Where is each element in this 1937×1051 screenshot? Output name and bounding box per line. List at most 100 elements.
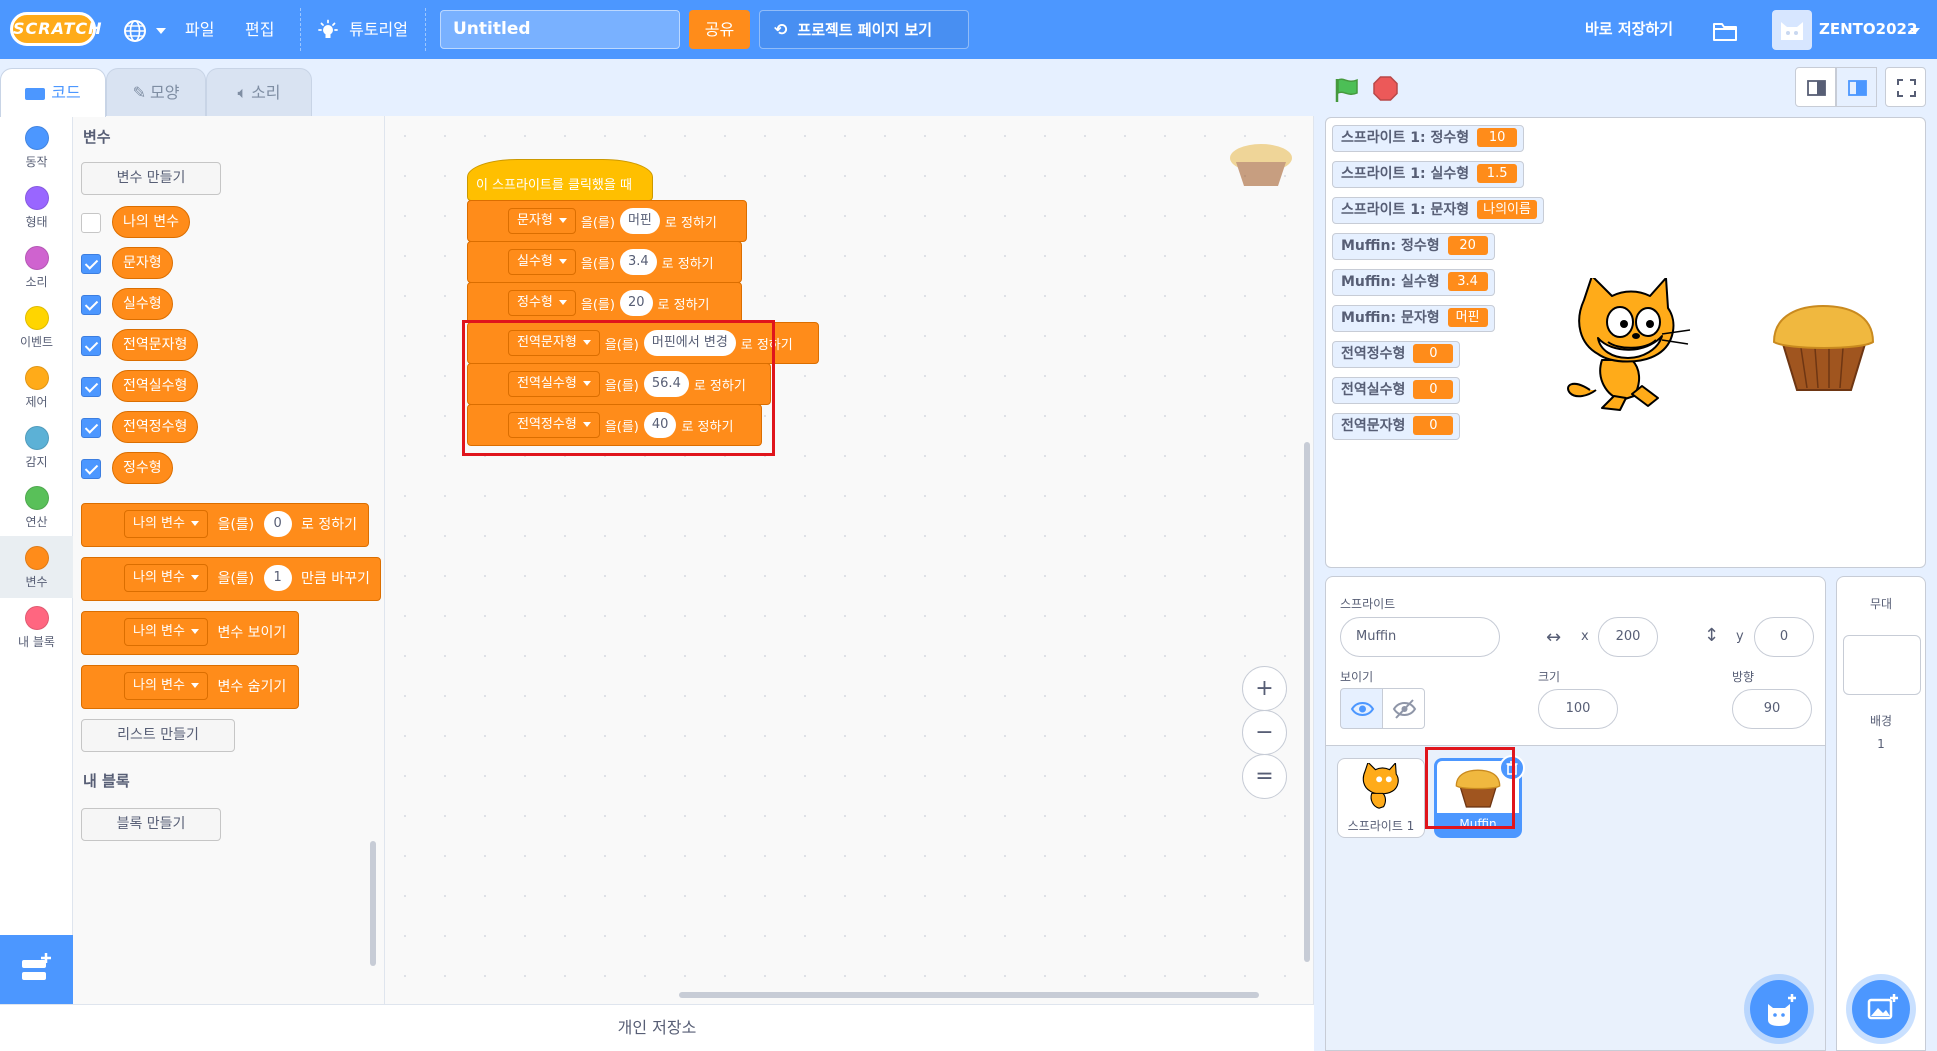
- variable-dropdown[interactable]: 정수형: [508, 290, 576, 316]
- variable-dropdown[interactable]: 나의 변수: [124, 510, 208, 538]
- category-label: 내 블록: [18, 635, 55, 649]
- variable-dropdown[interactable]: 나의 변수: [124, 564, 208, 592]
- variable-checkbox[interactable]: [81, 295, 101, 315]
- stage-canvas[interactable]: 스프라이트 1: 정수형 10 스프라이트 1: 실수형 1.5 스프라이트 1: …: [1325, 117, 1926, 568]
- make-variable-button[interactable]: 변수 만들기: [81, 162, 221, 195]
- set-variable-block[interactable]: 문자형 을(를) 머핀 로 정하기: [467, 200, 747, 242]
- workspace-horizontal-scrollbar[interactable]: [679, 992, 1259, 998]
- my-stuff-button[interactable]: [1712, 0, 1738, 59]
- variable-dropdown[interactable]: 문자형: [508, 208, 576, 234]
- show-variable-block[interactable]: 나의 변수 변수 보이기: [81, 611, 299, 655]
- muffin-sprite[interactable]: [1771, 304, 1876, 394]
- value-input[interactable]: 0: [263, 511, 292, 537]
- variable-reporter[interactable]: 전역문자형: [112, 329, 199, 361]
- variable-monitor[interactable]: 전역정수형 0: [1332, 341, 1461, 368]
- hide-variable-block[interactable]: 나의 변수 변수 숨기기: [81, 665, 299, 709]
- cat-sprite[interactable]: [1562, 278, 1692, 413]
- value-input[interactable]: 20: [619, 290, 653, 316]
- size-input[interactable]: 100: [1538, 689, 1618, 729]
- variable-checkbox[interactable]: [81, 254, 101, 274]
- category-control[interactable]: 제어: [0, 360, 73, 418]
- variable-reporter[interactable]: 문자형: [112, 247, 173, 279]
- set-variable-block[interactable]: 실수형 을(를) 3.4 로 정하기: [467, 241, 742, 283]
- stop-icon[interactable]: [1373, 76, 1398, 101]
- value-input[interactable]: 머핀: [619, 208, 660, 234]
- value-input[interactable]: 1: [263, 565, 292, 591]
- file-menu[interactable]: 파일: [185, 0, 214, 59]
- workspace-vertical-scrollbar[interactable]: [1304, 442, 1310, 962]
- user-avatar[interactable]: [1772, 10, 1812, 50]
- variable-checkbox[interactable]: [81, 377, 101, 397]
- variable-checkbox[interactable]: [81, 336, 101, 356]
- hide-sprite-button[interactable]: [1382, 688, 1425, 729]
- category-events[interactable]: 이벤트: [0, 300, 73, 358]
- variable-reporter[interactable]: 실수형: [112, 288, 173, 320]
- variable-dropdown[interactable]: 나의 변수: [124, 618, 208, 646]
- language-menu[interactable]: [122, 0, 167, 59]
- change-variable-block[interactable]: 나의 변수 을(를) 1 만큼 바꾸기: [81, 557, 381, 601]
- zoom-reset-button[interactable]: =: [1242, 754, 1287, 799]
- value-input[interactable]: 3.4: [619, 249, 657, 275]
- small-stage-button[interactable]: [1795, 67, 1836, 107]
- variable-monitor[interactable]: Muffin: 정수형 20: [1332, 233, 1495, 260]
- palette-scrollbar[interactable]: [370, 841, 376, 966]
- tab-sounds[interactable]: 🔈︎ 소리: [206, 68, 312, 116]
- scratch-logo[interactable]: SCRATCH: [10, 12, 101, 46]
- account-caret[interactable]: [1910, 0, 1920, 59]
- choose-sprite-button[interactable]: [1750, 980, 1808, 1038]
- variable-monitor[interactable]: 전역문자형 0: [1332, 413, 1461, 440]
- variable-monitor[interactable]: Muffin: 문자형 머핀: [1332, 305, 1495, 332]
- add-extension-button[interactable]: [0, 935, 73, 1004]
- variable-reporter[interactable]: 전역실수형: [112, 370, 199, 402]
- edit-menu[interactable]: 편집: [245, 0, 274, 59]
- fullscreen-button[interactable]: [1885, 67, 1926, 107]
- choose-backdrop-button[interactable]: [1852, 980, 1910, 1038]
- variable-monitor[interactable]: 스프라이트 1: 문자형 나의이름: [1332, 197, 1544, 224]
- variable-monitor[interactable]: 스프라이트 1: 정수형 10: [1332, 125, 1525, 152]
- tutorials-menu[interactable]: 튜토리얼: [316, 0, 408, 59]
- sprite-tile-sprite1[interactable]: 스프라이트 1: [1337, 758, 1425, 838]
- project-title-input[interactable]: Untitled: [440, 10, 680, 49]
- save-now-link[interactable]: 바로 저장하기: [1585, 0, 1673, 59]
- zoom-in-button[interactable]: +: [1242, 666, 1287, 711]
- tab-code[interactable]: 코드: [0, 68, 106, 117]
- when-sprite-clicked-hat-block[interactable]: 이 스프라이트를 클릭했을 때: [467, 159, 653, 201]
- share-button[interactable]: 공유: [689, 10, 750, 49]
- sprite-name-input[interactable]: Muffin: [1340, 617, 1500, 657]
- code-workspace[interactable]: 이 스프라이트를 클릭했을 때 문자형 을(를) 머핀 로 정하기 실수형 을(…: [385, 116, 1314, 1004]
- username[interactable]: ZENTO2022: [1819, 0, 1917, 59]
- stage-thumbnail[interactable]: [1843, 635, 1921, 695]
- category-sensing[interactable]: 감지: [0, 420, 73, 478]
- y-position-input[interactable]: 0: [1754, 617, 1814, 657]
- category-motion[interactable]: 동작: [0, 120, 73, 178]
- x-position-input[interactable]: 200: [1598, 617, 1658, 657]
- variable-dropdown[interactable]: 실수형: [508, 249, 576, 275]
- make-list-button[interactable]: 리스트 만들기: [81, 719, 235, 752]
- direction-input[interactable]: 90: [1732, 689, 1812, 729]
- category-operators[interactable]: 연산: [0, 480, 73, 538]
- see-project-page-button[interactable]: ⟲ 프로젝트 페이지 보기: [759, 10, 969, 49]
- variable-checkbox[interactable]: [81, 418, 101, 438]
- tab-costumes[interactable]: ✎ 모양: [106, 68, 206, 116]
- backpack-bar[interactable]: 개인 저장소: [0, 1004, 1314, 1051]
- show-sprite-button[interactable]: [1340, 688, 1383, 729]
- variable-reporter[interactable]: 정수형: [112, 452, 173, 484]
- variable-monitor[interactable]: Muffin: 실수형 3.4: [1332, 269, 1495, 296]
- normal-stage-button[interactable]: [1836, 67, 1877, 107]
- variable-reporter[interactable]: 나의 변수: [112, 206, 190, 238]
- variable-reporter[interactable]: 전역정수형: [112, 411, 199, 443]
- zoom-out-button[interactable]: −: [1242, 710, 1287, 755]
- category-variables[interactable]: 변수: [0, 536, 73, 598]
- make-block-button[interactable]: 블록 만들기: [81, 808, 221, 841]
- category-looks[interactable]: 형태: [0, 180, 73, 238]
- category-my-blocks[interactable]: 내 블록: [0, 600, 73, 658]
- set-variable-block[interactable]: 정수형 을(를) 20 로 정하기: [467, 282, 742, 324]
- category-sound[interactable]: 소리: [0, 240, 73, 298]
- variable-checkbox[interactable]: [81, 459, 101, 479]
- variable-monitor[interactable]: 스프라이트 1: 실수형 1.5: [1332, 161, 1525, 188]
- variable-checkbox[interactable]: [81, 213, 101, 233]
- variable-dropdown[interactable]: 나의 변수: [124, 672, 208, 700]
- set-variable-block[interactable]: 나의 변수 을(를) 0 로 정하기: [81, 503, 369, 547]
- green-flag-icon[interactable]: [1332, 75, 1362, 105]
- variable-monitor[interactable]: 전역실수형 0: [1332, 377, 1461, 404]
